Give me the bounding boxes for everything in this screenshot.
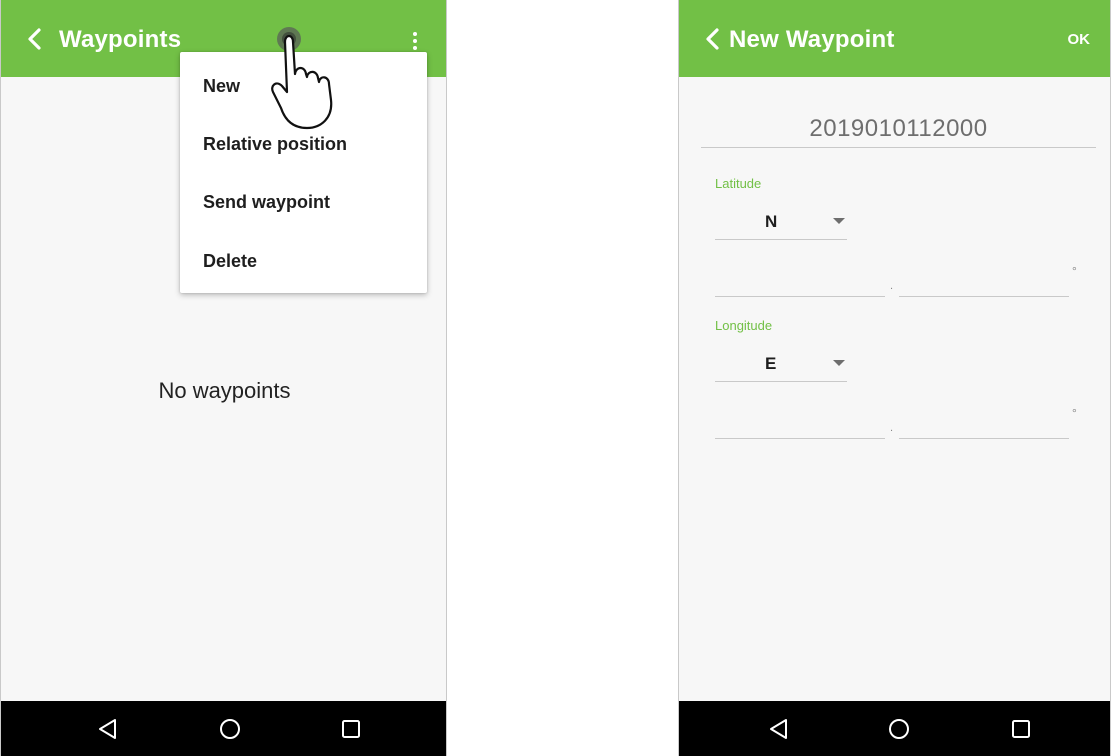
home-circle-icon[interactable] (887, 717, 911, 741)
waypoints-screen: Waypoints No waypoints New Relative posi… (0, 0, 447, 756)
latitude-fraction-input[interactable] (899, 268, 1069, 297)
recents-square-icon[interactable] (339, 717, 363, 741)
page-title: Waypoints (59, 26, 182, 53)
pointing-hand-icon (271, 27, 333, 130)
page-title: New Waypoint (729, 26, 895, 53)
back-icon[interactable] (23, 27, 47, 51)
recents-square-icon[interactable] (1009, 717, 1033, 741)
system-nav-bar (679, 701, 1110, 756)
longitude-degrees-input[interactable] (715, 410, 885, 439)
home-circle-icon[interactable] (218, 717, 242, 741)
ok-button[interactable]: OK (1068, 31, 1091, 48)
latitude-decimal-separator: . (890, 280, 894, 292)
system-nav-bar (1, 701, 446, 756)
longitude-hemisphere-select[interactable]: E (715, 354, 847, 382)
menu-item-relative-position[interactable]: Relative position (203, 134, 347, 155)
back-triangle-icon[interactable] (767, 717, 791, 741)
latitude-degree-symbol: ° (1072, 264, 1077, 278)
new-waypoint-screen: New Waypoint OK 2019010112000 Latitude N… (678, 0, 1111, 756)
overflow-menu-icon[interactable] (412, 31, 418, 51)
menu-item-send-waypoint[interactable]: Send waypoint (203, 192, 330, 213)
longitude-hemisphere-value: E (765, 354, 777, 373)
empty-state-message: No waypoints (158, 378, 291, 403)
latitude-degrees-input[interactable] (715, 268, 885, 297)
latitude-hemisphere-select[interactable]: N (715, 212, 847, 240)
longitude-label: Longitude (715, 318, 773, 333)
dropdown-arrow-icon (833, 218, 845, 224)
dropdown-arrow-icon (833, 360, 845, 366)
menu-item-delete[interactable]: Delete (203, 251, 257, 272)
latitude-label: Latitude (715, 176, 762, 191)
menu-item-new[interactable]: New (203, 76, 240, 97)
back-icon[interactable] (701, 27, 725, 51)
app-bar: New Waypoint OK (679, 0, 1110, 77)
back-triangle-icon[interactable] (96, 717, 120, 741)
latitude-hemisphere-value: N (765, 212, 778, 231)
longitude-degree-symbol: ° (1072, 406, 1077, 420)
longitude-decimal-separator: . (890, 422, 894, 434)
longitude-fraction-input[interactable] (899, 410, 1069, 439)
waypoint-name-field[interactable]: 2019010112000 (701, 115, 1096, 148)
